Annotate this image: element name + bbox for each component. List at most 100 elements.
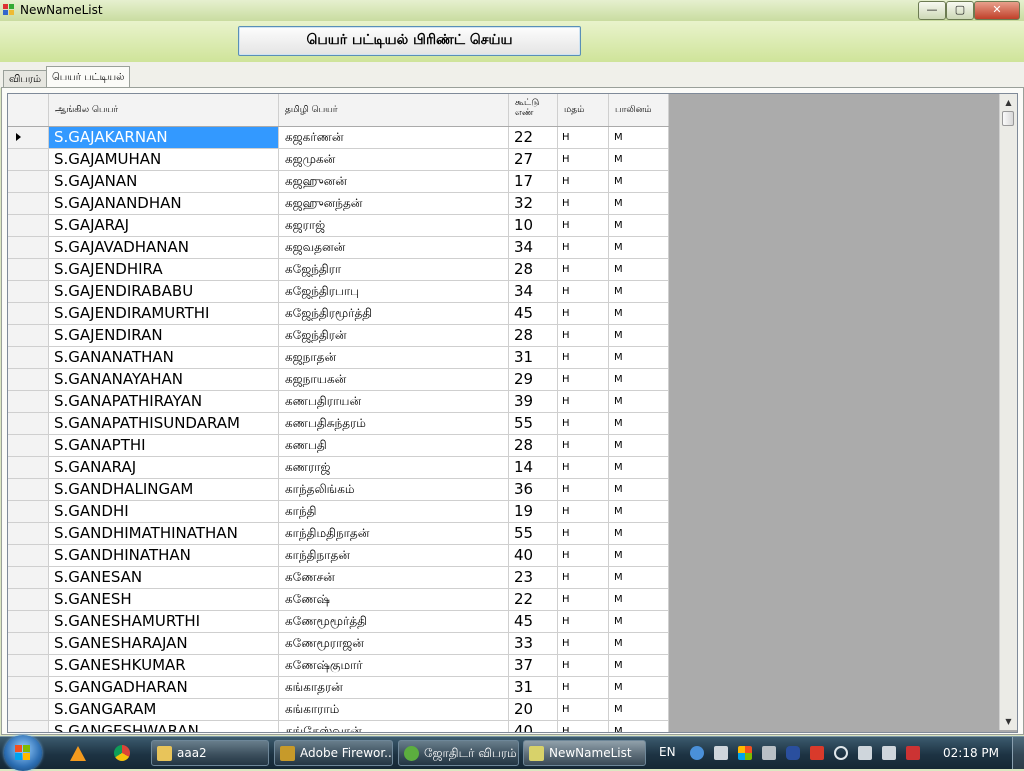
religion-cell[interactable]: H — [558, 479, 609, 501]
gender-cell[interactable]: M — [609, 721, 669, 732]
row-header[interactable] — [8, 655, 49, 677]
number-cell[interactable]: 37 — [509, 655, 558, 677]
column-header-english-name[interactable]: ஆங்கில பெயர் — [49, 94, 279, 126]
english-name-cell[interactable]: S.GAJAMUHAN — [49, 149, 279, 171]
religion-cell[interactable]: H — [558, 655, 609, 677]
tamil-name-cell[interactable]: கணேஷ்குமார் — [279, 655, 509, 677]
tamil-name-cell[interactable]: கஜேந்திரன் — [279, 325, 509, 347]
table-row[interactable]: S.GANANAYAHAN கஜநாயகன் 29 H M — [8, 369, 669, 391]
minimize-button[interactable]: — — [918, 1, 946, 20]
table-row[interactable]: S.GANGADHARAN கங்காதரன் 31 H M — [8, 677, 669, 699]
gender-cell[interactable]: M — [609, 171, 669, 193]
row-header[interactable] — [8, 721, 49, 732]
table-row[interactable]: S.GANDHALINGAM காந்தலிங்கம் 36 H M — [8, 479, 669, 501]
english-name-cell[interactable]: S.GAJANAN — [49, 171, 279, 193]
row-header[interactable] — [8, 149, 49, 171]
gender-cell[interactable]: M — [609, 501, 669, 523]
table-row[interactable]: S.GANESHKUMAR கணேஷ்குமார் 37 H M — [8, 655, 669, 677]
row-header[interactable] — [8, 281, 49, 303]
religion-cell[interactable]: H — [558, 721, 609, 732]
number-cell[interactable]: 29 — [509, 369, 558, 391]
number-cell[interactable]: 34 — [509, 237, 558, 259]
english-name-cell[interactable]: S.GAJANANDHAN — [49, 193, 279, 215]
tamil-name-cell[interactable]: கங்காதரன் — [279, 677, 509, 699]
english-name-cell[interactable]: S.GANAPATHISUNDARAM — [49, 413, 279, 435]
religion-cell[interactable]: H — [558, 523, 609, 545]
religion-cell[interactable]: H — [558, 611, 609, 633]
tamil-name-cell[interactable]: கஜேந்திரபாபு — [279, 281, 509, 303]
gender-cell[interactable]: M — [609, 589, 669, 611]
tamil-name-cell[interactable]: காந்திமதிநாதன் — [279, 523, 509, 545]
table-row[interactable]: S.GANAPTHI கணபதி 28 H M — [8, 435, 669, 457]
row-header[interactable] — [8, 193, 49, 215]
antivirus-icon[interactable] — [810, 746, 824, 760]
row-header[interactable] — [8, 325, 49, 347]
gender-cell[interactable]: M — [609, 545, 669, 567]
taskbar-button-fireworks[interactable]: Adobe Firewor... — [274, 740, 393, 766]
column-header-total-number[interactable]: கூட்டு எண் — [509, 94, 558, 126]
number-cell[interactable]: 19 — [509, 501, 558, 523]
tamil-name-cell[interactable]: கஜஹுனந்தன் — [279, 193, 509, 215]
religion-cell[interactable]: H — [558, 347, 609, 369]
english-name-cell[interactable]: S.GANGARAM — [49, 699, 279, 721]
gender-cell[interactable]: M — [609, 391, 669, 413]
gender-cell[interactable]: M — [609, 677, 669, 699]
sync-icon[interactable] — [834, 746, 848, 760]
number-cell[interactable]: 28 — [509, 325, 558, 347]
table-row[interactable]: S.GANDHI காந்தி 19 H M — [8, 501, 669, 523]
print-name-list-button[interactable]: பெயர் பட்டியல் பிரிண்ட் செய்ய — [238, 26, 581, 56]
english-name-cell[interactable]: S.GANESHAMURTHI — [49, 611, 279, 633]
help-icon[interactable] — [690, 746, 704, 760]
number-cell[interactable]: 55 — [509, 413, 558, 435]
row-header[interactable] — [8, 171, 49, 193]
gender-cell[interactable]: M — [609, 127, 669, 149]
printer-icon[interactable] — [714, 746, 728, 760]
tamil-name-cell[interactable]: காந்தலிங்கம் — [279, 479, 509, 501]
religion-cell[interactable]: H — [558, 633, 609, 655]
religion-cell[interactable]: H — [558, 567, 609, 589]
english-name-cell[interactable]: S.GANESHKUMAR — [49, 655, 279, 677]
number-cell[interactable]: 23 — [509, 567, 558, 589]
number-cell[interactable]: 31 — [509, 677, 558, 699]
number-cell[interactable]: 36 — [509, 479, 558, 501]
english-name-cell[interactable]: S.GANDHALINGAM — [49, 479, 279, 501]
table-row[interactable]: S.GAJANANDHAN கஜஹுனந்தன் 32 H M — [8, 193, 669, 215]
table-row[interactable]: S.GANESAN கணேசன் 23 H M — [8, 567, 669, 589]
taskbar-button-astrologer[interactable]: ஜோதிடர் விபரம் — [398, 740, 519, 766]
number-cell[interactable]: 14 — [509, 457, 558, 479]
row-header[interactable] — [8, 391, 49, 413]
gender-cell[interactable]: M — [609, 523, 669, 545]
windows-flag-icon[interactable] — [738, 746, 752, 760]
row-header[interactable] — [8, 699, 49, 721]
religion-cell[interactable]: H — [558, 149, 609, 171]
scroll-down-icon[interactable]: ▼ — [1001, 714, 1016, 729]
tamil-name-cell[interactable]: கஜகர்ணன் — [279, 127, 509, 149]
power-icon[interactable] — [906, 746, 920, 760]
row-header[interactable] — [8, 237, 49, 259]
english-name-cell[interactable]: S.GAJENDIRABABU — [49, 281, 279, 303]
table-row[interactable]: S.GANARAJ கணராஜ் 14 H M — [8, 457, 669, 479]
taskbar-button-newnamelist[interactable]: NewNameList — [523, 740, 646, 766]
row-header[interactable] — [8, 479, 49, 501]
table-row[interactable]: S.GAJENDIRAMURTHI கஜேந்திரமூர்த்தி 45 H M — [8, 303, 669, 325]
row-header[interactable] — [8, 633, 49, 655]
row-header[interactable] — [8, 435, 49, 457]
tamil-name-cell[interactable]: கஜமுகன் — [279, 149, 509, 171]
table-row[interactable]: S.GAJAVADHANAN கஜவதனன் 34 H M — [8, 237, 669, 259]
religion-cell[interactable]: H — [558, 193, 609, 215]
names-grid[interactable]: ஆங்கில பெயர் தமிழி பெயர் கூட்டு எண் மதம்… — [7, 93, 1018, 733]
number-cell[interactable]: 28 — [509, 435, 558, 457]
row-header[interactable] — [8, 127, 49, 149]
english-name-cell[interactable]: S.GAJAVADHANAN — [49, 237, 279, 259]
tools-icon[interactable] — [762, 746, 776, 760]
gender-cell[interactable]: M — [609, 413, 669, 435]
tamil-name-cell[interactable]: கஜநாதன் — [279, 347, 509, 369]
number-cell[interactable]: 27 — [509, 149, 558, 171]
scroll-up-icon[interactable]: ▲ — [1001, 95, 1016, 110]
religion-cell[interactable]: H — [558, 303, 609, 325]
tamil-name-cell[interactable]: கணபதிசுந்தரம் — [279, 413, 509, 435]
row-header[interactable] — [8, 545, 49, 567]
english-name-cell[interactable]: S.GANDHINATHAN — [49, 545, 279, 567]
column-header-religion[interactable]: மதம் — [558, 94, 609, 126]
table-row[interactable]: S.GANESH கணேஷ் 22 H M — [8, 589, 669, 611]
